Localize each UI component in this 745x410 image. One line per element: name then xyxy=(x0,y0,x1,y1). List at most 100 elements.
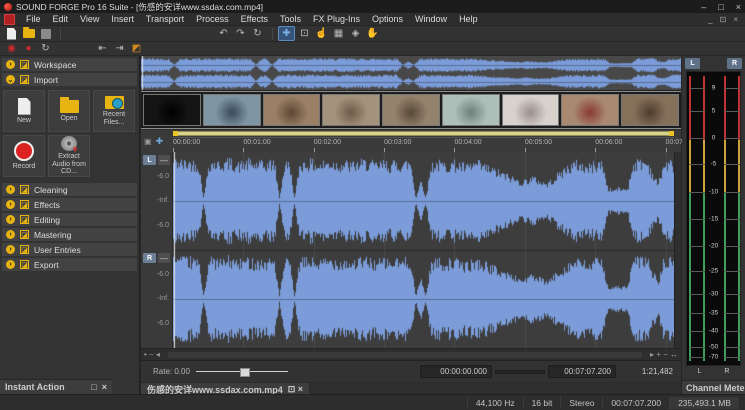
horizontal-scrollbar[interactable]: • − ◂ ▸ + − ↔ xyxy=(141,348,681,360)
meter-left-button[interactable]: L xyxy=(685,58,700,69)
expand-arrow-icon[interactable]: › xyxy=(6,245,15,254)
pin-icon[interactable]: □ xyxy=(91,382,96,392)
menu-window[interactable]: Window xyxy=(409,13,453,25)
repeat-icon[interactable]: ↻ xyxy=(250,27,265,40)
go-to-start-icon[interactable]: ⇤ xyxy=(95,42,110,55)
loop-playback-icon[interactable]: ↻ xyxy=(38,42,53,55)
expand-arrow-icon[interactable]: ⌄ xyxy=(6,75,15,84)
maximize-button[interactable]: □ xyxy=(718,2,723,12)
menu-help[interactable]: Help xyxy=(453,13,484,25)
sidebar-section-import[interactable]: ⌄◪Import xyxy=(2,73,137,86)
channel-minimize-button[interactable]: — xyxy=(158,253,170,263)
time-ruler[interactable]: 00:00:0000:01:0000:02:0000:03:0000:04:00… xyxy=(173,137,674,153)
menu-options[interactable]: Options xyxy=(366,13,409,25)
import-open-button[interactable]: Open xyxy=(48,90,90,132)
main-waveform-canvas[interactable] xyxy=(173,152,674,348)
sidebar-section-effects[interactable]: ›◪Effects xyxy=(2,198,137,211)
meter-right-button[interactable]: R xyxy=(727,58,742,69)
document-tab-controls[interactable]: ⊡ × xyxy=(288,384,303,395)
minimize-button[interactable]: – xyxy=(701,2,706,12)
record-icon[interactable]: ● xyxy=(21,42,36,55)
channel-r-button[interactable]: R xyxy=(143,253,156,263)
expand-arrow-icon[interactable]: › xyxy=(6,185,15,194)
sidebar-section-cleaning[interactable]: ›◪Cleaning xyxy=(2,183,137,196)
go-to-end-icon[interactable]: ⇥ xyxy=(112,42,127,55)
selection-start-display[interactable] xyxy=(495,370,545,374)
total-time-display[interactable]: 00:07:07.200 xyxy=(548,365,616,378)
menu-fx-plug-ins[interactable]: FX Plug-Ins xyxy=(307,13,366,25)
event-tool-icon[interactable]: ▦ xyxy=(331,27,346,40)
sidebar-section-editing[interactable]: ›◪Editing xyxy=(2,213,137,226)
save-file-icon[interactable] xyxy=(38,27,53,40)
expand-arrow-icon[interactable]: › xyxy=(6,200,15,209)
loop-start-handle[interactable] xyxy=(173,131,178,136)
waveform-overview[interactable] xyxy=(141,56,681,91)
scrollbar-track[interactable] xyxy=(168,352,642,358)
menu-file[interactable]: File xyxy=(20,13,47,25)
menu-process[interactable]: Process xyxy=(190,13,235,25)
scroll-left-controls[interactable]: • − ◂ xyxy=(144,350,160,359)
rate-slider[interactable] xyxy=(196,367,288,377)
close-button[interactable]: × xyxy=(736,2,741,12)
undo-icon[interactable]: ↶ xyxy=(216,27,231,40)
import-record-button[interactable]: Record xyxy=(3,135,45,177)
menu-transport[interactable]: Transport xyxy=(140,13,190,25)
channel-minimize-button[interactable]: — xyxy=(158,155,170,165)
sidebar-section-mastering[interactable]: ›◪Mastering xyxy=(2,228,137,241)
magnify-tool-icon[interactable]: ⊡ xyxy=(297,27,312,40)
video-thumbnail[interactable] xyxy=(502,94,560,126)
sidebar-section-export[interactable]: ›◪Export xyxy=(2,258,137,271)
video-thumbnail[interactable] xyxy=(621,94,679,126)
mdi-restore-button[interactable]: ⊡ xyxy=(720,15,727,24)
import-recent-files-button[interactable]: Recent Files... xyxy=(93,90,135,132)
overview-canvas[interactable] xyxy=(141,56,681,90)
import-extract-cd-button[interactable]: Extract Audio from CD... xyxy=(48,135,90,177)
marker-grid-icon[interactable]: ◩ xyxy=(129,42,144,55)
video-thumbnail[interactable] xyxy=(263,94,321,126)
mdi-close-button[interactable]: × xyxy=(733,15,738,24)
cursor-time-display[interactable]: 00:00:00.000 xyxy=(420,365,492,378)
video-thumbnail-strip[interactable] xyxy=(141,91,681,129)
loop-end-handle[interactable] xyxy=(669,131,674,136)
pan-crosshair-icon[interactable]: ✚ xyxy=(156,136,164,147)
menu-insert[interactable]: Insert xyxy=(105,13,140,25)
expand-arrow-icon[interactable]: › xyxy=(6,260,15,269)
menu-effects[interactable]: Effects xyxy=(235,13,274,25)
video-thumbnail[interactable] xyxy=(322,94,380,126)
redo-icon[interactable]: ↷ xyxy=(233,27,248,40)
level-meter[interactable]: 950-5-10-15-20-25-30-35-40-50-70 xyxy=(686,71,741,366)
envelope-tool-icon[interactable]: ◈ xyxy=(348,27,363,40)
pencil-tool-icon[interactable]: ☝ xyxy=(314,27,329,40)
video-thumbnail[interactable] xyxy=(382,94,440,126)
menu-edit[interactable]: Edit xyxy=(47,13,75,25)
expand-arrow-icon[interactable]: › xyxy=(6,60,15,69)
video-thumbnail[interactable] xyxy=(143,94,201,126)
menu-tools[interactable]: Tools xyxy=(274,13,307,25)
loop-region-bar[interactable] xyxy=(173,131,674,136)
mdi-minimize-button[interactable]: _ xyxy=(708,15,712,24)
rate-slider-knob[interactable] xyxy=(240,368,250,377)
import-new-button[interactable]: New xyxy=(3,90,45,132)
open-file-icon[interactable] xyxy=(21,27,36,40)
sidebar-section-workspace[interactable]: ›◪Workspace xyxy=(2,58,137,71)
vertical-zoom-strip[interactable] xyxy=(674,152,681,348)
video-thumbnail[interactable] xyxy=(442,94,500,126)
sidebar-section-user-entries[interactable]: ›◪User Entries xyxy=(2,243,137,256)
video-thumbnail[interactable] xyxy=(561,94,619,126)
instant-action-tab[interactable]: Instant Action □ × xyxy=(0,379,112,394)
scroll-zoom-controls[interactable]: ▸ + − ↔ xyxy=(650,350,678,359)
hand-tool-icon[interactable]: ✋ xyxy=(365,27,380,40)
menu-view[interactable]: View xyxy=(74,13,105,25)
video-thumbnail[interactable] xyxy=(203,94,261,126)
loop-record-icon[interactable]: ◉ xyxy=(4,42,19,55)
expand-arrow-icon[interactable]: › xyxy=(6,215,15,224)
channel-meters-tab[interactable]: Channel Meters □ xyxy=(682,380,745,394)
expand-arrow-icon[interactable]: › xyxy=(6,230,15,239)
close-icon[interactable]: × xyxy=(102,382,107,392)
new-file-icon[interactable] xyxy=(4,27,19,40)
lock-icon[interactable]: ▣ xyxy=(144,137,152,146)
app-logo-icon xyxy=(4,3,12,11)
edit-tool-icon[interactable]: ✚ xyxy=(278,26,295,41)
section-icon: ◪ xyxy=(20,245,29,254)
channel-l-button[interactable]: L xyxy=(143,155,156,165)
